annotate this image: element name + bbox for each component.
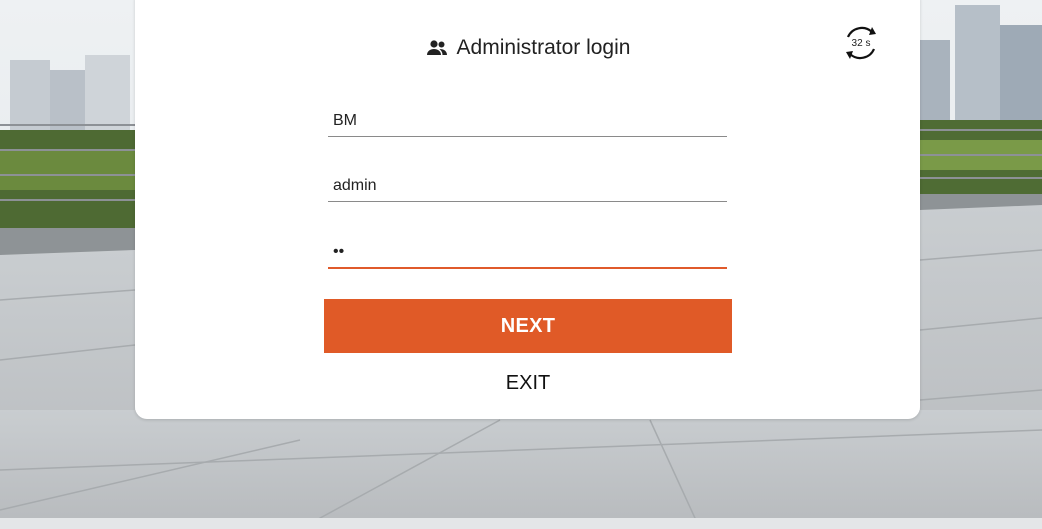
dialog-title: Administrator login xyxy=(135,33,920,63)
timer-text: 32 s xyxy=(851,37,871,49)
field-3 xyxy=(328,227,732,269)
people-icon xyxy=(425,36,449,60)
field-3-input[interactable] xyxy=(328,243,732,261)
exit-button[interactable]: EXIT xyxy=(478,367,578,399)
field-1-input[interactable] xyxy=(328,112,732,130)
field-1 xyxy=(328,96,732,137)
login-screen: Administrator login 32 s NEXT EXIT xyxy=(0,0,1042,529)
field-2-input[interactable] xyxy=(328,177,732,195)
field-2 xyxy=(328,161,732,202)
countdown-timer: 32 s xyxy=(842,24,880,62)
dialog-title-text: Administrator login xyxy=(456,36,631,59)
next-button[interactable]: NEXT xyxy=(324,299,732,353)
login-dialog: Administrator login 32 s NEXT EXIT xyxy=(135,0,920,419)
